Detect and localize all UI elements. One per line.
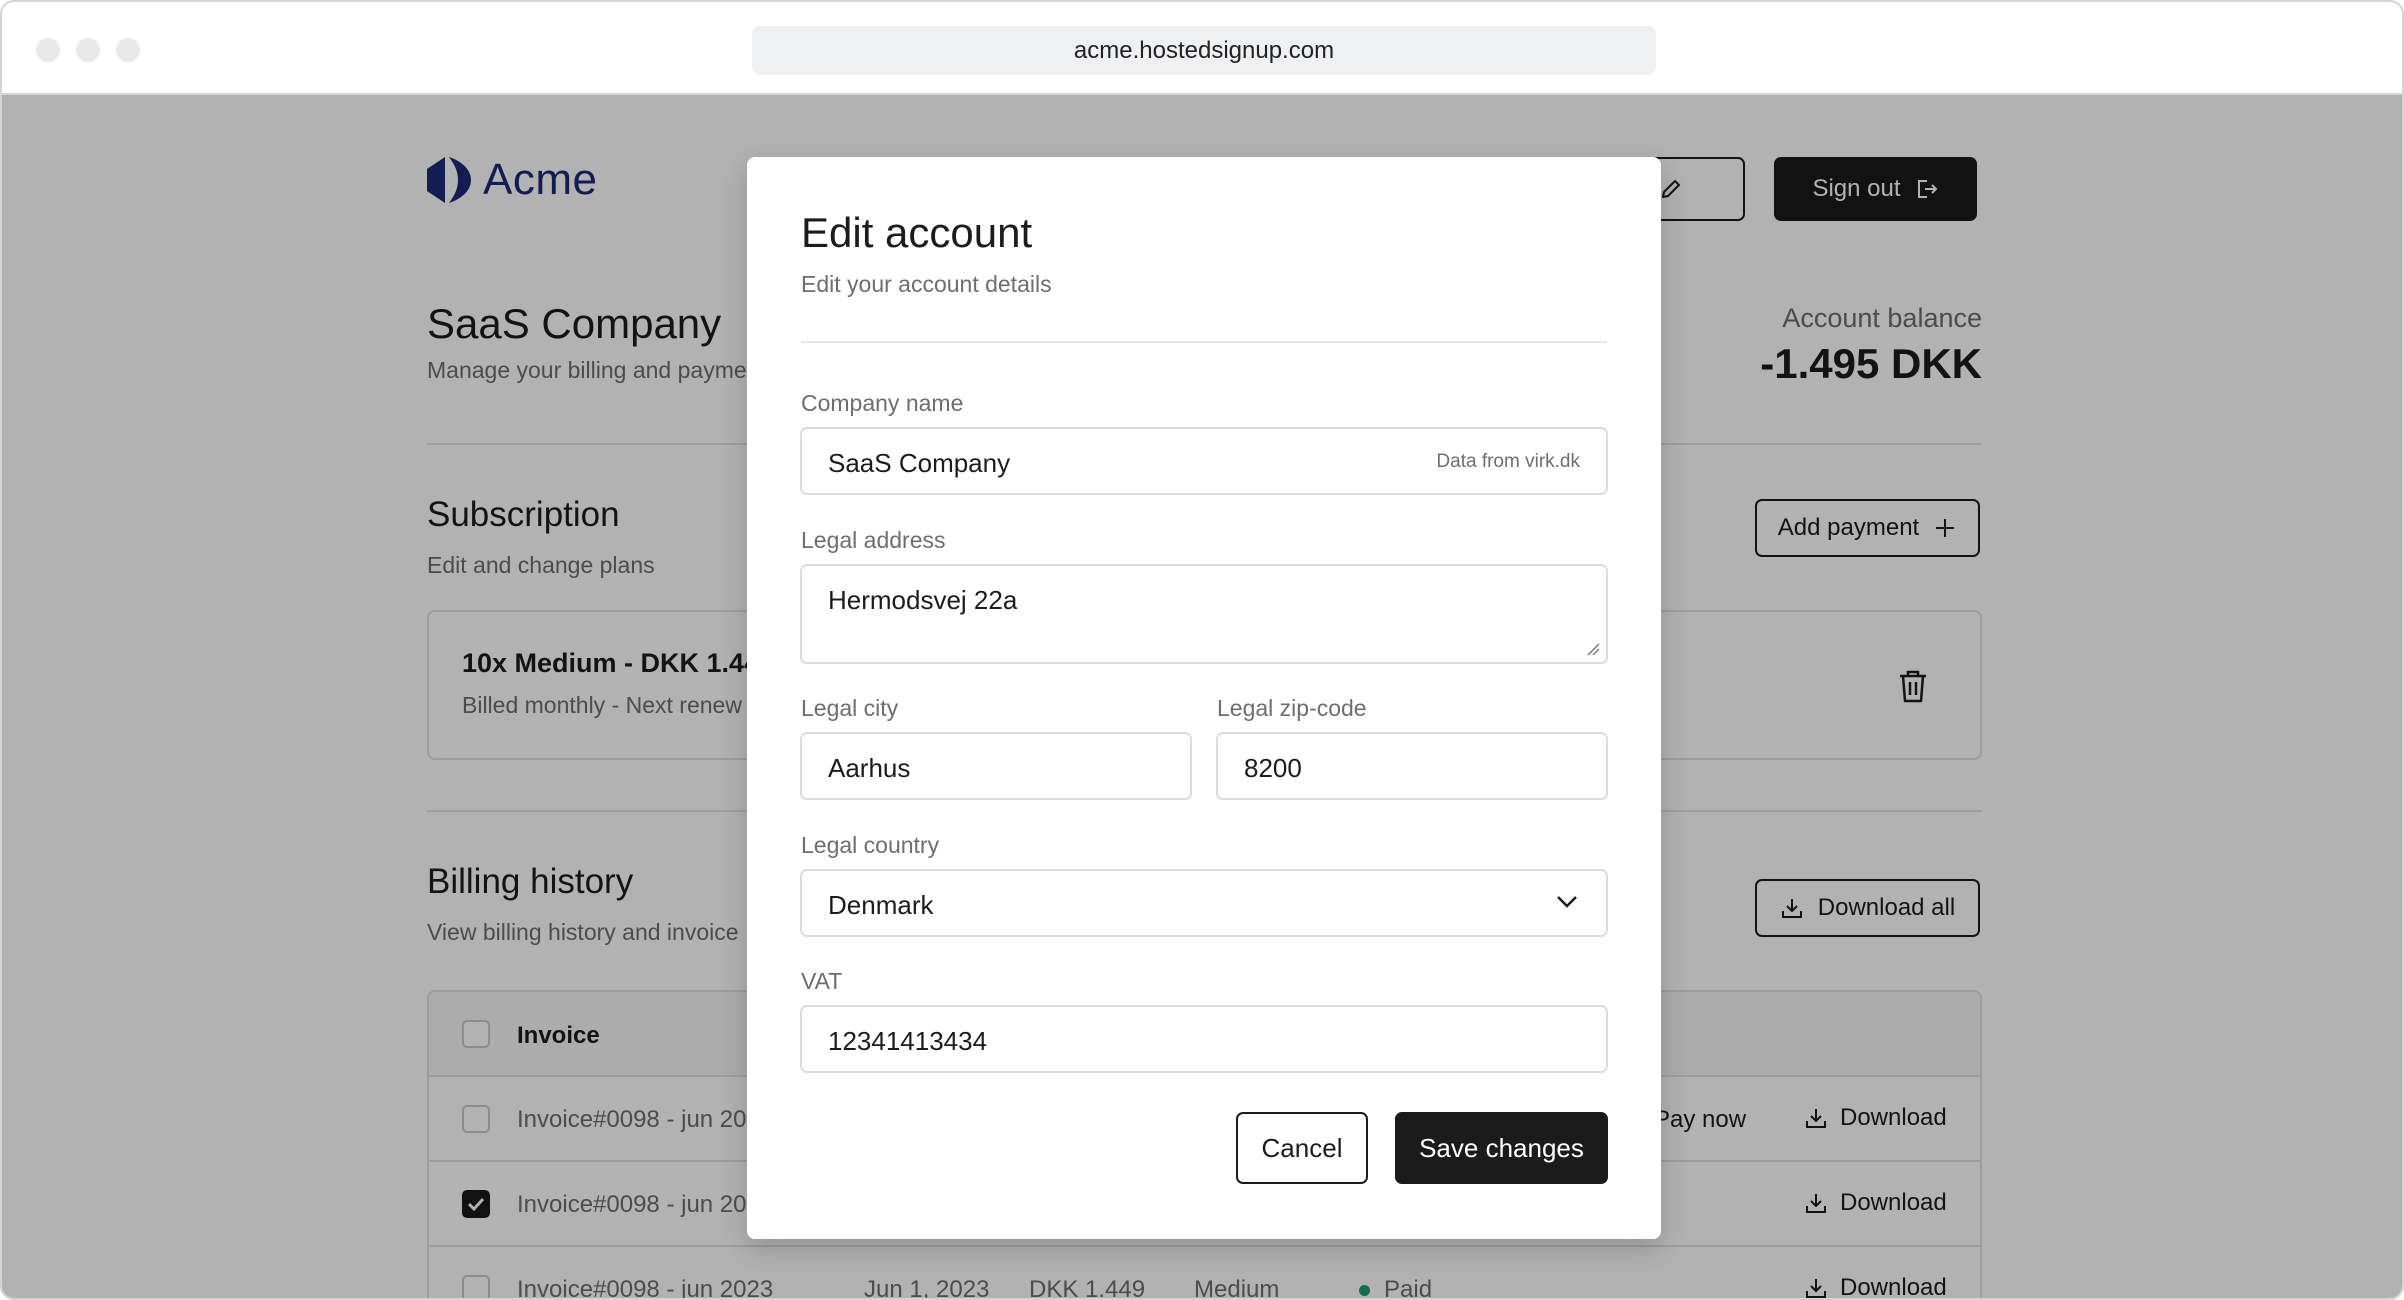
legal-address-label: Legal address	[801, 527, 946, 553]
company-name-value: SaaS Company	[828, 448, 1011, 478]
save-changes-button[interactable]: Save changes	[1395, 1112, 1608, 1184]
vat-label: VAT	[801, 968, 843, 994]
address-bar[interactable]: acme.hostedsignup.com	[752, 26, 1656, 75]
window-maximize-dot[interactable]	[116, 38, 140, 62]
browser-chrome: acme.hostedsignup.com	[2, 2, 2402, 95]
chevron-down-icon	[1557, 896, 1577, 908]
resize-handle-icon[interactable]	[1586, 642, 1600, 656]
company-name-hint: Data from virk.dk	[1436, 451, 1580, 472]
company-name-label: Company name	[801, 390, 964, 416]
legal-country-select[interactable]: Denmark	[800, 869, 1608, 937]
legal-city-label: Legal city	[801, 695, 899, 721]
legal-zip-value: 8200	[1244, 753, 1302, 783]
legal-country-value: Denmark	[828, 890, 934, 920]
legal-address-textarea[interactable]: Hermodsvej 22a	[800, 564, 1608, 664]
legal-zip-field[interactable]: 8200	[1216, 732, 1608, 800]
window-close-dot[interactable]	[36, 38, 60, 62]
legal-country-label: Legal country	[801, 832, 940, 858]
vat-field[interactable]: 12341413434	[800, 1005, 1608, 1073]
cancel-button[interactable]: Cancel	[1236, 1112, 1368, 1184]
save-changes-label: Save changes	[1419, 1132, 1584, 1163]
modal-title: Edit account	[801, 209, 1033, 256]
legal-zip-label: Legal zip-code	[1217, 695, 1367, 721]
edit-account-modal: Edit account Edit your account details C…	[747, 157, 1661, 1239]
window-minimize-dot[interactable]	[76, 38, 100, 62]
company-name-field[interactable]: SaaS Company Data from virk.dk	[800, 427, 1608, 495]
browser-window: acme.hostedsignup.com Acme nt Sign out S…	[0, 0, 2404, 1300]
vat-value: 12341413434	[828, 1026, 988, 1056]
legal-city-field[interactable]: Aarhus	[800, 732, 1192, 800]
modal-divider	[801, 341, 1607, 343]
cancel-label: Cancel	[1261, 1132, 1343, 1163]
legal-address-value: Hermodsvej 22a	[828, 585, 1018, 615]
legal-city-value: Aarhus	[828, 753, 911, 783]
modal-subtitle: Edit your account details	[801, 271, 1052, 297]
